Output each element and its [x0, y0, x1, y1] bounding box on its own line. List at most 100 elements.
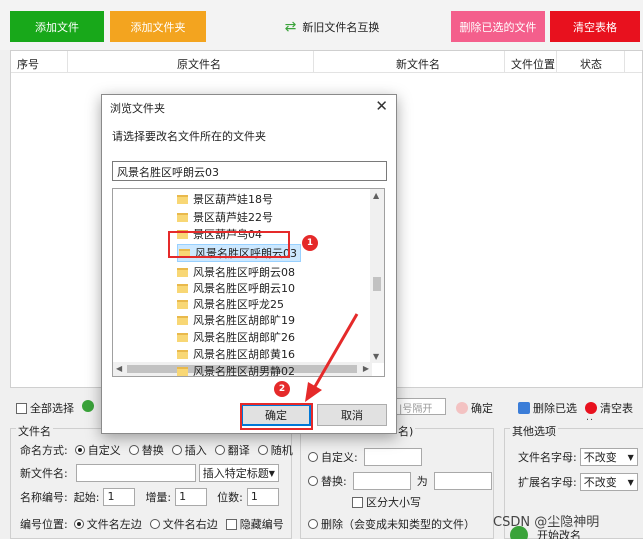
ext-delete-radio[interactable] — [308, 519, 318, 529]
ext-replace-to-input[interactable] — [433, 472, 492, 490]
confirm-label: 确定 — [471, 402, 493, 415]
ext-replace-row: 替换: 为 — [308, 472, 492, 490]
folder-tree-item[interactable]: 风景名胜区胡郎旷19 — [177, 312, 295, 328]
clear-table-button[interactable]: 清空表格 — [550, 11, 640, 42]
mode-random-label: 随机 — [270, 444, 293, 457]
hide-number-label: 隐藏编号 — [239, 518, 284, 531]
folder-icon — [177, 212, 188, 222]
new-name-row: 新文件名: 插入特定标题 ▼ — [20, 464, 279, 482]
name-case-select[interactable]: 不改变 ▼ — [579, 448, 638, 466]
insert-tag-label: 插入特定标题 — [202, 467, 269, 480]
ext-delete-row: 删除（会变成未知类型的文件） — [308, 516, 475, 532]
folder-tree-item[interactable]: 风景名胜区呼龙25 — [177, 296, 284, 312]
position-label: 编号位置: — [20, 518, 68, 531]
folder-tree-item[interactable]: 风景名胜区胡男静02 — [177, 363, 295, 377]
checkbox-box[interactable] — [16, 403, 27, 414]
folder-tree-item[interactable]: 风景名胜区胡郎旷26 — [177, 329, 295, 345]
folder-path-field[interactable]: 风景名胜区呼朗云03 — [112, 161, 387, 181]
mode-translate-label: 翻译 — [227, 444, 250, 457]
ext-custom-row: 自定义: — [308, 448, 422, 466]
swap-icon: ⇄ — [284, 18, 297, 35]
mode-replace-radio[interactable] — [128, 445, 139, 455]
check-circle-icon — [82, 400, 94, 412]
position-left-label: 文件名左边 — [86, 518, 142, 531]
table-header: 序号 原文件名 新文件名 文件位置 状态 — [11, 51, 642, 73]
folder-name: 景区葫芦娃18号 — [193, 193, 273, 206]
start-label: 起始: — [73, 491, 100, 504]
step-input[interactable]: 1 — [175, 488, 208, 506]
add-file-button[interactable]: 添加文件 — [10, 11, 104, 42]
naming-mode-row: 命名方式: 自定义 替换 插入 翻译 随机 — [20, 442, 293, 458]
close-icon[interactable]: ✕ — [375, 97, 388, 115]
ext-case-select[interactable]: 不改变 ▼ — [579, 473, 638, 491]
mode-custom-radio[interactable] — [74, 445, 85, 455]
folder-icon — [177, 267, 188, 277]
folder-tree-item[interactable]: 风景名胜区胡郎黄16 — [177, 346, 295, 362]
swap-label: 新旧文件名互换 — [302, 20, 380, 34]
separator-field[interactable]: |号隔开 — [396, 398, 446, 415]
naming-mode-label: 命名方式: — [20, 444, 68, 457]
delete-selected-files-button[interactable]: 删除已选的文件 — [451, 11, 545, 42]
chevron-down-icon: ▼ — [627, 452, 634, 462]
position-right-radio[interactable] — [149, 519, 160, 529]
hide-number-checkbox[interactable] — [225, 518, 237, 530]
mode-translate-radio[interactable] — [214, 445, 225, 455]
column-divider — [504, 51, 505, 72]
digits-input[interactable]: 1 — [246, 488, 279, 506]
annotation-arrow — [305, 313, 359, 402]
ext-replace-radio[interactable] — [308, 476, 318, 486]
delete-selected-label: 删除已选 — [533, 402, 577, 415]
name-case-value: 不改变 — [583, 451, 617, 464]
new-name-input[interactable] — [75, 464, 196, 482]
annotation-badge-2: 2 — [274, 381, 290, 397]
folder-name: 风景名胜区胡郎旷19 — [193, 314, 295, 327]
delete-selected-button[interactable]: 删除已选 — [518, 400, 577, 416]
step-label: 增量: — [145, 491, 172, 504]
position-row: 编号位置: 文件名左边 文件名右边 隐藏编号 — [20, 516, 284, 532]
mode-insert-radio[interactable] — [171, 445, 182, 455]
folder-icon — [177, 194, 188, 204]
swap-names-button[interactable]: ⇄ 新旧文件名互换 — [272, 11, 392, 42]
annotation-highlight-ok — [240, 403, 313, 430]
numbering-row: 名称编号: 起始: 1 增量: 1 位数: 1 — [20, 488, 279, 506]
scroll-down-icon[interactable]: ▼ — [373, 352, 379, 361]
position-left-radio[interactable] — [73, 519, 84, 529]
start-input[interactable]: 1 — [103, 488, 136, 506]
insert-tag-select[interactable]: 插入特定标题 ▼ — [198, 464, 279, 482]
confirm-button[interactable]: 确定 — [456, 400, 493, 416]
watermark-text: CSDN @尘隐神明 — [493, 515, 600, 530]
case-sensitive-checkbox[interactable] — [352, 496, 363, 508]
col-new-name-header: 新文件名 — [396, 58, 440, 71]
folder-tree-item[interactable]: 景区葫芦娃18号 — [177, 191, 273, 207]
ext-replace-from-input[interactable] — [352, 472, 411, 490]
scroll-thumb[interactable] — [373, 277, 381, 291]
vertical-scrollbar[interactable]: ▲ ▼ — [370, 189, 384, 363]
numbering-label: 名称编号: — [20, 491, 68, 504]
separator-input[interactable]: |号隔开 — [396, 398, 446, 415]
extension-group-title: 名) — [396, 423, 416, 439]
status-icon — [82, 400, 97, 413]
add-folder-button[interactable]: 添加文件夹 — [110, 11, 206, 42]
dialog-cancel-button[interactable]: 取消 — [317, 404, 387, 426]
select-all-label: 全部选择 — [30, 402, 74, 415]
scroll-left-icon[interactable]: ◀ — [116, 364, 122, 373]
scroll-up-icon[interactable]: ▲ — [373, 191, 379, 200]
folder-tree-item[interactable]: 风景名胜区呼朗云10 — [177, 280, 295, 296]
ext-custom-input[interactable] — [363, 448, 422, 466]
folder-tree-item[interactable]: 景区葫芦娃22号 — [177, 209, 273, 225]
folder-name: 风景名胜区胡男静02 — [193, 365, 295, 377]
mode-random-radio[interactable] — [257, 445, 268, 455]
col-location-header: 文件位置 — [511, 58, 555, 71]
select-all-checkbox[interactable]: 全部选择 — [16, 400, 74, 416]
name-case-row: 文件名字母: 不改变 ▼ — [518, 448, 638, 466]
chevron-down-icon: ▼ — [627, 477, 634, 487]
ext-custom-label: 自定义: — [321, 451, 358, 464]
folder-icon — [177, 283, 188, 293]
column-divider — [313, 51, 314, 72]
mode-replace-label: 替换 — [141, 444, 164, 457]
ext-custom-radio[interactable] — [308, 452, 318, 462]
chevron-down-icon: ▼ — [268, 468, 275, 478]
folder-tree-item[interactable]: 风景名胜区呼朗云08 — [177, 264, 295, 280]
col-index-header: 序号 — [17, 58, 39, 71]
col-status-header: 状态 — [580, 58, 602, 71]
